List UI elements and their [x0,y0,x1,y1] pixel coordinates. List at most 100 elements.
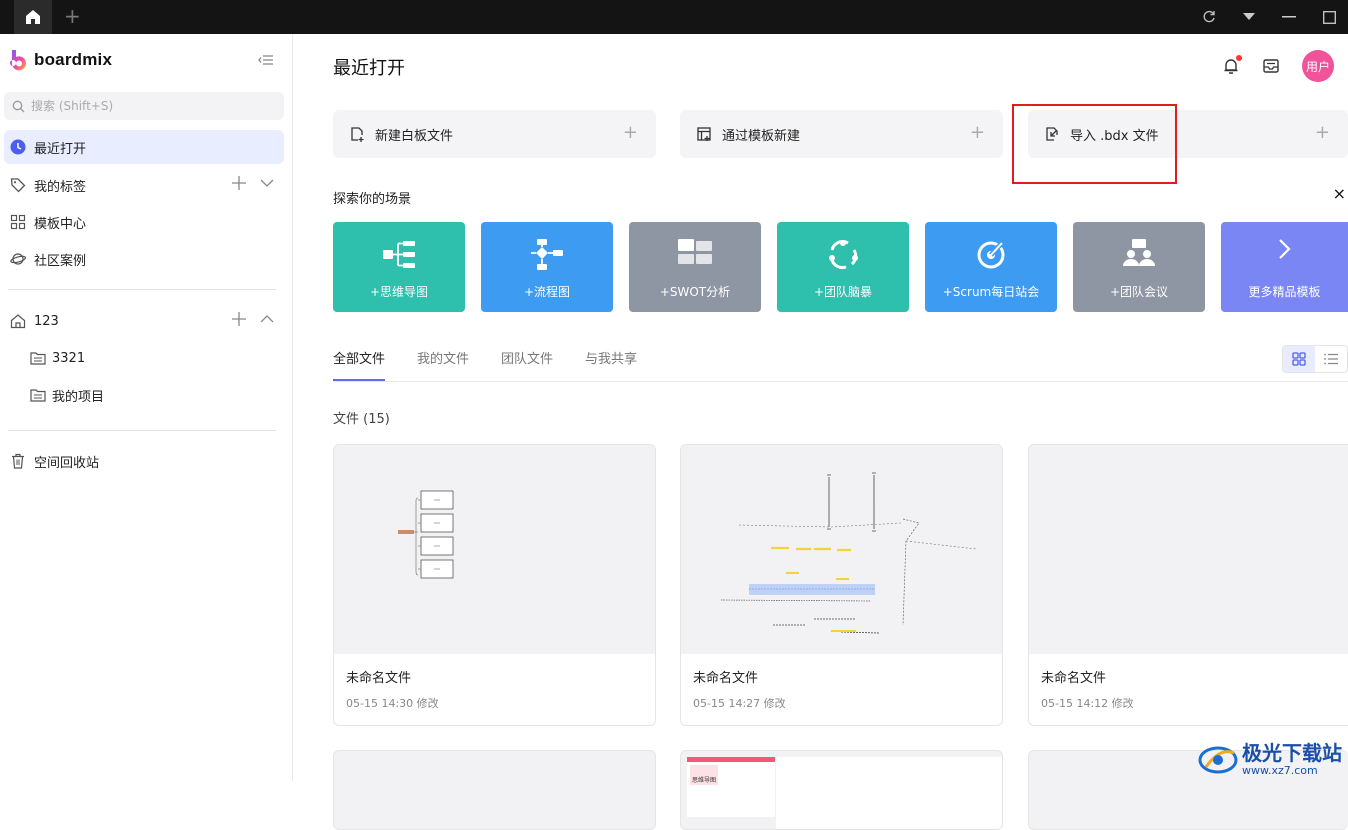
project-label: 3321 [52,350,86,366]
watermark: 极光下载站 www.xz7.com [1198,742,1342,777]
file-card[interactable]: 未命名文件 05-15 14:27 修改 [680,444,1003,726]
maximize-icon[interactable] [1320,8,1338,26]
sidebar-divider [8,430,276,431]
tab-my-files[interactable]: 我的文件 [417,348,469,381]
tab-divider [333,381,1348,382]
scene-flowchart[interactable]: +流程图 [481,222,613,312]
brainstorm-icon [829,240,858,270]
scene-meeting[interactable]: +团队会议 [1073,222,1205,312]
file-modified-time: 05-15 14:30 修改 [346,697,439,710]
notification-dot [1236,55,1242,61]
search-icon [12,100,25,112]
add-tag-icon[interactable] [232,176,246,190]
sidebar-item-trash[interactable]: 空间回收站 [4,444,284,478]
scene-label: 更多精品模板 [1248,285,1321,299]
thumb-label: 思维导图 [690,765,718,785]
plus-icon: + [1314,122,1330,143]
file-card[interactable]: 未命名文件 05-15 14:12 修改 [1028,444,1348,726]
files-count: 文件 (15) [333,412,390,427]
clock-icon [10,139,26,155]
scene-scrum[interactable]: +Scrum每日站会 [925,222,1057,312]
file-modified-time: 05-15 14:27 修改 [693,697,786,710]
highlight-box [1012,104,1177,184]
folder-icon [30,352,46,365]
chevron-down-icon[interactable] [260,176,274,190]
sidebar-space-123[interactable]: 123 [4,304,284,338]
sidebar-project-3321[interactable]: 3321 [30,343,85,373]
list-view-button[interactable] [1315,346,1347,372]
action-label: 新建白板文件 [375,128,454,144]
search-box[interactable] [4,92,284,120]
folder-icon [30,389,46,402]
scenes-title: 探索你的场景 [333,192,412,207]
list-view-icon [1324,353,1338,365]
main-content: 最近打开 用户 新建白板文件 + 通过模板新建 + 导入 .bdx 文件 + 探… [294,34,1348,830]
file-name: 未命名文件 [1041,671,1107,686]
planet-icon [10,253,26,265]
sidebar-item-recent[interactable]: 最近打开 [4,130,284,164]
watermark-logo-icon [1198,746,1238,773]
boardmix-logo-icon [10,50,26,71]
tab-all-files[interactable]: 全部文件 [333,348,386,381]
file-thumbnail [1029,445,1348,654]
brand[interactable]: boardmix [10,48,112,72]
new-from-template-button[interactable]: 通过模板新建 + [680,110,1003,158]
watermark-text: 极光下载站 [1242,741,1342,765]
minimize-icon[interactable] [1280,8,1298,26]
file-thumbnail [681,445,1002,654]
new-whiteboard-button[interactable]: 新建白板文件 + [333,110,656,158]
space-label: 123 [34,313,59,329]
file-tabs: 全部文件 我的文件 团队文件 与我共享 [333,348,637,381]
close-scenes-button[interactable]: × [1333,184,1346,203]
home-tab[interactable] [14,0,52,34]
grid-icon [10,214,26,230]
new-tab-button[interactable]: + [64,4,81,28]
file-thumbnail: 思维导图 [687,757,775,817]
house-icon [10,314,26,329]
add-project-icon[interactable] [232,312,246,326]
sidebar-item-label: 最近打开 [34,141,87,157]
brand-name: boardmix [34,50,113,69]
file-name: 未命名文件 [693,671,759,686]
refresh-icon[interactable] [1200,8,1218,26]
file-card[interactable]: 思维导图 [680,750,1003,830]
action-label: 通过模板新建 [722,128,801,144]
sidebar-item-label: 空间回收站 [34,455,100,471]
trash-icon [12,453,24,469]
inbox-icon[interactable] [1262,57,1280,75]
sidebar-item-label: 模板中心 [34,216,87,232]
sidebar-item-tags[interactable]: 我的标签 [4,168,284,202]
flowchart-icon [531,239,563,270]
tab-team-files[interactable]: 团队文件 [501,348,553,381]
scene-label: +流程图 [523,285,571,299]
view-toggle [1282,345,1348,373]
home-icon [26,10,40,24]
scene-label: +团队会议 [1109,285,1169,299]
scene-more-templates[interactable]: 更多精品模板 [1221,222,1348,312]
scene-brainstorm[interactable]: +团队脑暴 [777,222,909,312]
sidebar-item-templates[interactable]: 模板中心 [4,205,284,239]
file-card[interactable] [333,750,656,830]
new-file-icon [351,127,364,142]
sidebar-project-my[interactable]: 我的项目 [30,380,104,410]
sidebar-item-label: 社区案例 [34,253,87,269]
chevron-up-icon[interactable] [260,312,274,326]
sidebar-item-community[interactable]: 社区案例 [4,242,284,276]
avatar[interactable]: 用户 [1302,50,1334,82]
tab-shared[interactable]: 与我共享 [585,348,637,381]
scene-label: +Scrum每日站会 [942,285,1040,299]
grid-view-button[interactable] [1283,346,1315,372]
window-titlebar: + [0,0,1348,34]
search-input[interactable] [31,99,271,113]
dropdown-icon[interactable] [1240,8,1258,26]
collapse-sidebar-icon[interactable] [258,52,274,71]
file-card[interactable]: 未命名文件 05-15 14:30 修改 [333,444,656,726]
scene-swot[interactable]: +SWOT分析 [629,222,761,312]
scene-label: +SWOT分析 [659,285,731,299]
file-thumbnail [334,445,655,654]
plus-icon: + [622,122,638,143]
scene-mindmap[interactable]: +思维导图 [333,222,465,312]
notification-button[interactable] [1222,55,1242,75]
grid-view-icon [1292,352,1306,366]
project-label: 我的项目 [52,389,105,405]
